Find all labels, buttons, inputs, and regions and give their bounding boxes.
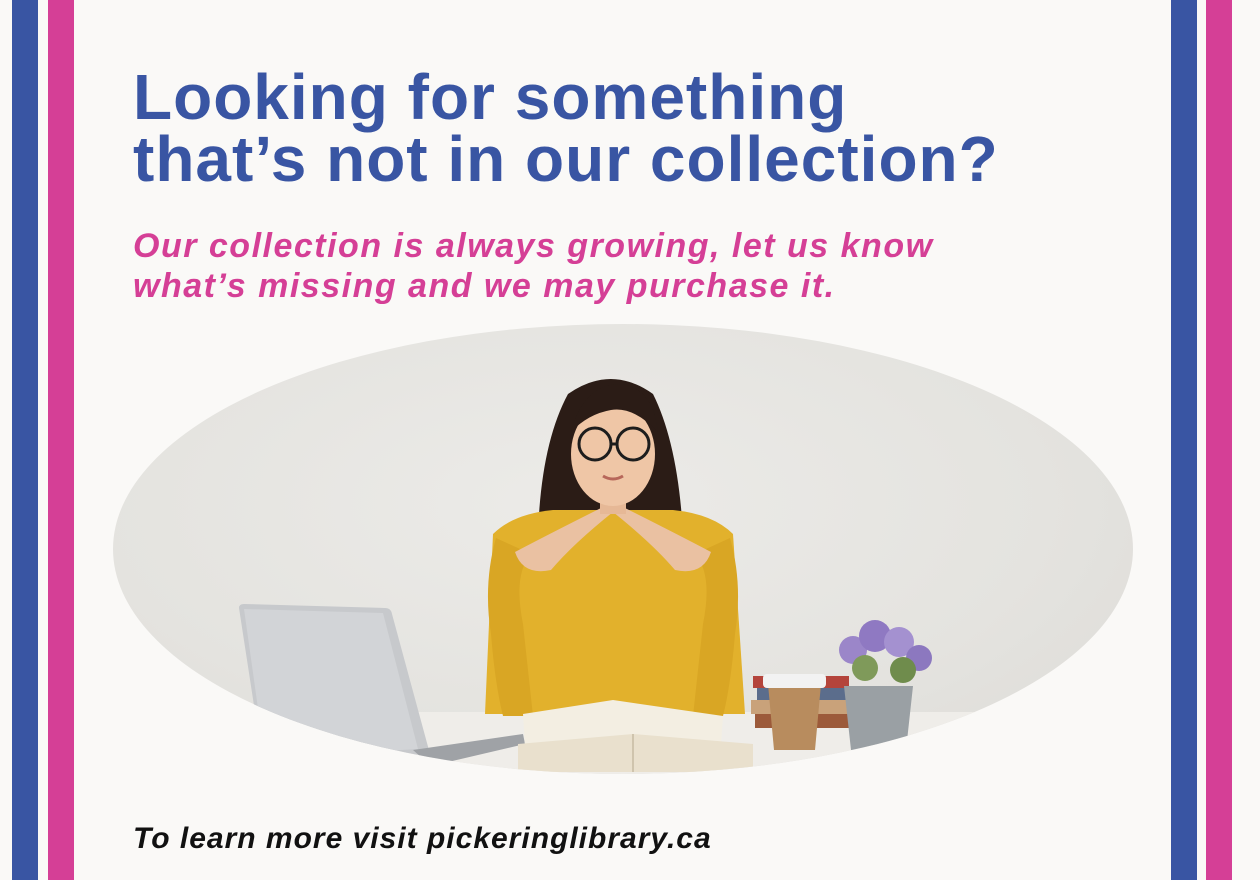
- footer-website-text: To learn more visit pickeringlibrary.ca: [133, 822, 712, 855]
- subheadline: Our collection is always growing, let us…: [133, 226, 1133, 306]
- photo-oval: [113, 324, 1133, 774]
- headline-line-2: that’s not in our collection?: [133, 123, 999, 195]
- subheadline-line-1: Our collection is always growing, let us…: [133, 227, 934, 265]
- right-blue-stripe: [1171, 0, 1197, 880]
- right-pink-stripe: [1206, 0, 1232, 880]
- left-blue-stripe: [12, 0, 38, 880]
- laptop-icon: [239, 604, 525, 766]
- subheadline-line-2: what’s missing and we may purchase it.: [133, 267, 836, 305]
- woman-at-desk-illustration: [113, 379, 1133, 774]
- headline-line-1: Looking for something: [133, 61, 848, 133]
- left-pink-stripe: [48, 0, 74, 880]
- headline: Looking for something that’s not in our …: [133, 61, 1133, 195]
